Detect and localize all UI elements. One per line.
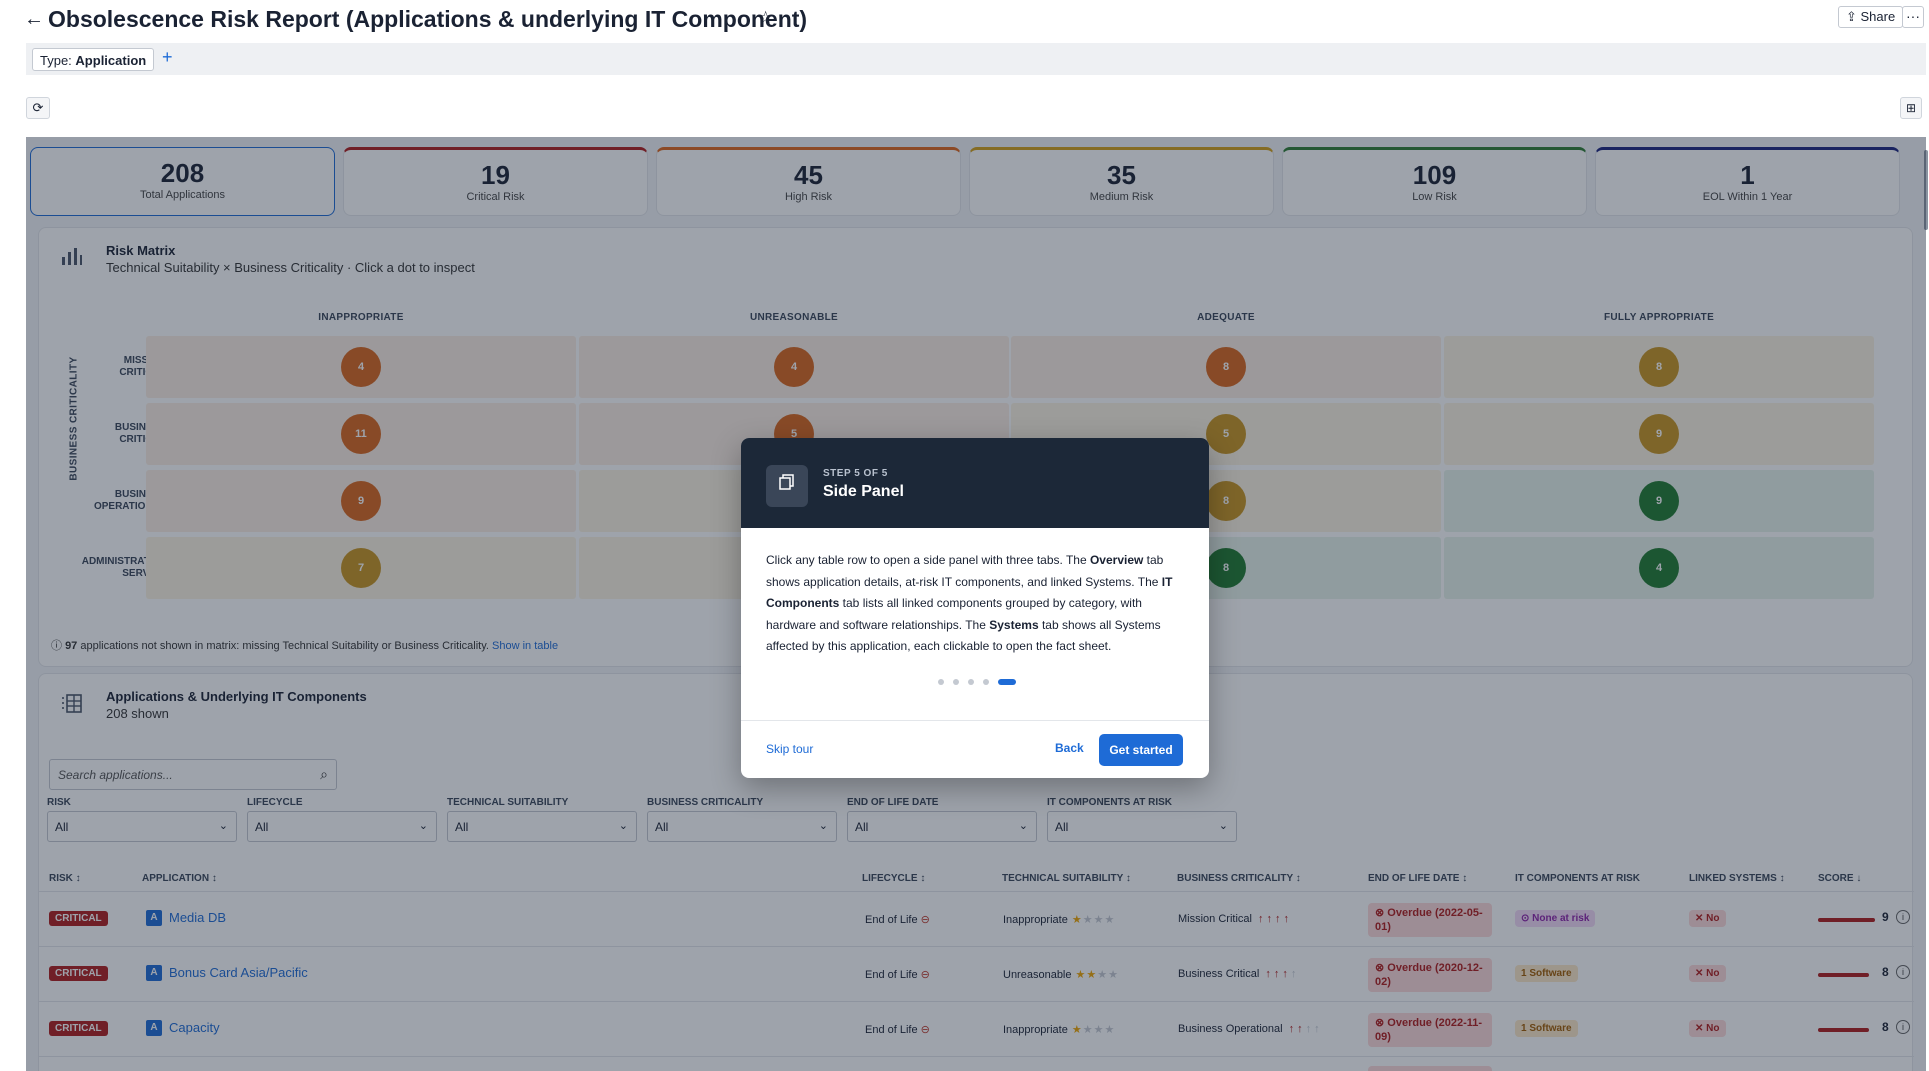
- refresh-icon: ⟳: [32, 100, 44, 115]
- get-started-button[interactable]: Get started: [1099, 734, 1183, 766]
- page-title: Obsolescence Risk Report (Applications &…: [48, 6, 808, 32]
- progress-dot[interactable]: [953, 679, 959, 685]
- tour-header: STEP 5 OF 5 Side Panel: [741, 438, 1209, 528]
- tour-dialog: STEP 5 OF 5 Side Panel Click any table r…: [741, 438, 1209, 778]
- page-header: ← Obsolescence Risk Report (Applications…: [0, 0, 1929, 40]
- refresh-button[interactable]: ⟳: [26, 97, 50, 119]
- layout-toggle-button[interactable]: ⊞: [1900, 97, 1922, 119]
- share-button[interactable]: ⇪ Share: [1838, 6, 1904, 28]
- tour-back-button[interactable]: Back: [1055, 741, 1084, 755]
- filter-bar: Type: Application +: [26, 43, 1926, 75]
- tour-body: Click any table row to open a side panel…: [766, 553, 1173, 653]
- add-filter-button[interactable]: +: [162, 47, 173, 68]
- tour-progress-dots: [938, 678, 1018, 686]
- progress-dot[interactable]: [983, 679, 989, 685]
- favorite-star-icon[interactable]: ☆: [758, 8, 773, 28]
- tour-title: Side Panel: [823, 483, 904, 500]
- type-filter-chip[interactable]: Type: Application: [32, 48, 155, 71]
- share-icon: ⇪: [1846, 9, 1861, 24]
- tour-step-label: STEP 5 OF 5: [823, 468, 888, 479]
- tour-footer: Skip tour Back Get started: [741, 720, 1209, 778]
- skip-tour-link[interactable]: Skip tour: [766, 742, 813, 756]
- progress-dot[interactable]: [998, 679, 1016, 685]
- progress-dot[interactable]: [938, 679, 944, 685]
- copy-panel-icon: [766, 465, 808, 507]
- more-options-button[interactable]: ···: [1902, 6, 1924, 28]
- progress-dot[interactable]: [968, 679, 974, 685]
- grid-icon: ⊞: [1905, 101, 1917, 115]
- back-arrow-icon[interactable]: ←: [24, 8, 44, 31]
